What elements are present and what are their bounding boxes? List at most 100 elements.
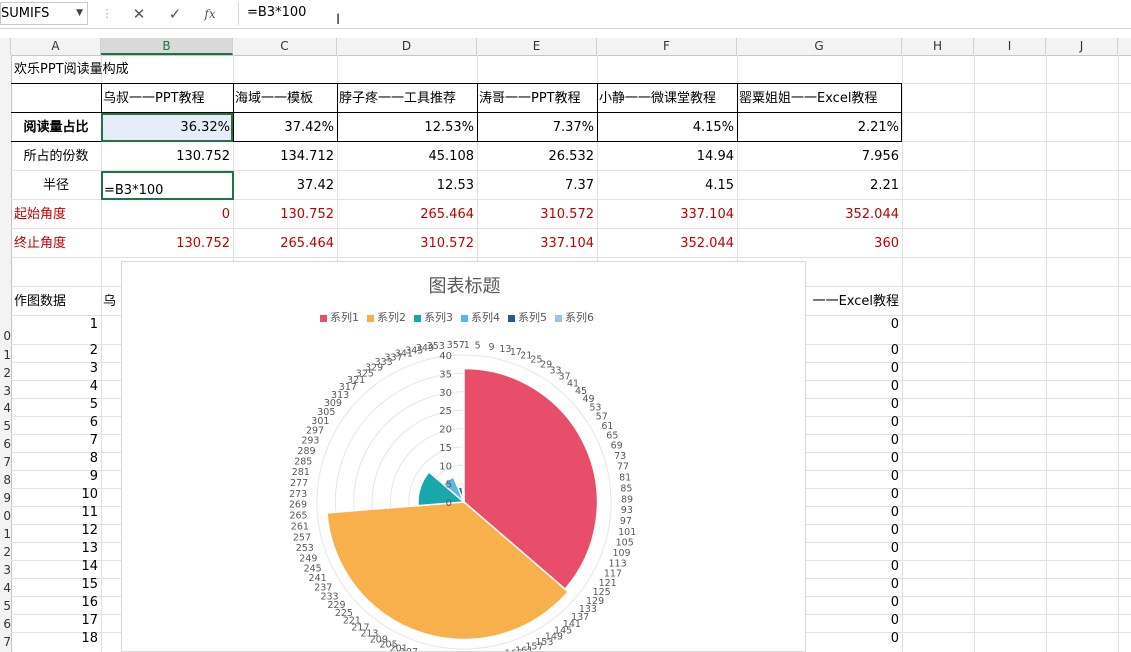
active-cell-formula: =B3*100 <box>104 183 164 198</box>
row-header[interactable]: 5 <box>0 599 11 613</box>
row-header[interactable]: 0 <box>0 329 11 343</box>
share-cell[interactable]: 37.42% <box>233 113 337 142</box>
angle-tick-label: 5 <box>475 341 481 352</box>
column-header-f[interactable]: F <box>597 38 737 55</box>
angle-tick-label: 97 <box>620 516 632 527</box>
formula-bar: SUMIFS ▼ ⋮ ✕ ✓ fx =B3*100 I <box>0 0 1131 29</box>
start-angle-cell[interactable]: 0 <box>101 200 233 229</box>
start-angle-cell[interactable]: 337.104 <box>597 200 737 229</box>
column-header-b[interactable]: B <box>101 38 233 55</box>
start-angle-cell[interactable]: 310.572 <box>477 200 597 229</box>
row-header[interactable]: 6 <box>0 617 11 631</box>
radius-cell[interactable]: 7.37 <box>477 171 597 200</box>
angle-tick-label: 285 <box>294 456 312 467</box>
radius-cell[interactable]: 2.21 <box>737 171 902 200</box>
plot-index-cell[interactable]: 18 <box>11 627 101 651</box>
row-header[interactable]: 7 <box>0 455 11 469</box>
insert-function-icon[interactable]: fx <box>199 4 221 24</box>
radial-tick-label: 35 <box>439 369 452 380</box>
angle-tick-label: 289 <box>297 446 315 457</box>
column-header-d[interactable]: D <box>337 38 477 55</box>
row-header[interactable]: 3 <box>0 384 11 398</box>
portion-cell[interactable]: 130.752 <box>101 142 233 171</box>
end-angle-cell[interactable]: 360 <box>737 229 902 258</box>
row-header[interactable]: 6 <box>0 437 11 451</box>
radius-cell[interactable]: 4.15 <box>597 171 737 200</box>
angle-tick-label: 73 <box>614 451 626 462</box>
header-cell[interactable]: 涛哥一一PPT教程 <box>479 84 597 113</box>
angle-tick-label: 85 <box>620 483 632 494</box>
column-header-a[interactable]: A <box>11 38 101 55</box>
header-cell[interactable]: 海域一一模板 <box>235 84 337 113</box>
angle-tick-label: 293 <box>301 436 319 447</box>
row-header[interactable]: 2 <box>0 545 11 559</box>
plot-index-cell[interactable]: 1 <box>11 310 101 334</box>
row-header[interactable]: 0 <box>0 509 11 523</box>
end-angle-cell[interactable]: 352.044 <box>597 229 737 258</box>
column-header-c[interactable]: C <box>233 38 337 55</box>
row-header[interactable]: 9 <box>0 491 11 505</box>
end-angle-cell[interactable]: 337.104 <box>477 229 597 258</box>
start-angle-cell[interactable]: 352.044 <box>737 200 902 229</box>
angle-tick-label: 93 <box>621 505 633 516</box>
end-angle-cell[interactable]: 130.752 <box>101 229 233 258</box>
column-header-g[interactable]: G <box>737 38 902 55</box>
end-angle-cell[interactable]: 310.572 <box>337 229 477 258</box>
row-header[interactable]: 4 <box>0 581 11 595</box>
row-header[interactable]: 2 <box>0 366 11 380</box>
angle-tick-label: 261 <box>291 522 309 533</box>
chevron-down-icon[interactable]: ▼ <box>76 3 83 24</box>
angle-tick-label: 253 <box>296 543 314 554</box>
start-angle-cell[interactable]: 130.752 <box>233 200 337 229</box>
radial-tick-label: 30 <box>439 388 452 399</box>
plot-header-b-partial[interactable]: 乌 <box>103 287 123 316</box>
portion-cell[interactable]: 45.108 <box>337 142 477 171</box>
sheet-title[interactable]: 欢乐PPT阅读量构成 <box>14 55 234 84</box>
header-cell[interactable]: 小静一一微课堂教程 <box>599 84 737 113</box>
column-header-e[interactable]: E <box>477 38 597 55</box>
active-cell-editor[interactable]: =B3*100 <box>101 171 234 200</box>
radial-tick-label: 5 <box>446 480 452 491</box>
portion-cell[interactable]: 134.712 <box>233 142 337 171</box>
start-angle-cell[interactable]: 265.464 <box>337 200 477 229</box>
row-label-end-angle[interactable]: 终止角度 <box>14 229 101 258</box>
column-header-h[interactable]: H <box>902 38 974 55</box>
row-header[interactable]: 8 <box>0 473 11 487</box>
portion-cell[interactable]: 7.956 <box>737 142 902 171</box>
portion-cell[interactable]: 14.94 <box>597 142 737 171</box>
formula-input[interactable]: =B3*100 <box>238 2 1131 25</box>
row-header[interactable]: 1 <box>0 348 11 362</box>
row-header[interactable]: 3 <box>0 563 11 577</box>
share-cell[interactable]: 7.37% <box>477 113 597 142</box>
share-cell[interactable]: 2.21% <box>737 113 902 142</box>
cancel-icon[interactable]: ✕ <box>128 4 150 24</box>
end-angle-cell[interactable]: 265.464 <box>233 229 337 258</box>
name-box[interactable]: SUMIFS ▼ <box>0 2 88 25</box>
select-all-corner[interactable] <box>0 38 11 55</box>
radius-cell[interactable]: 37.42 <box>233 171 337 200</box>
enter-icon[interactable]: ✓ <box>164 4 186 24</box>
share-cell[interactable]: 4.15% <box>597 113 737 142</box>
header-cell[interactable]: 罂粟姐姐一一Excel教程 <box>739 84 902 113</box>
angle-tick-label: 269 <box>289 500 307 511</box>
radial-tick-label: 10 <box>439 461 452 472</box>
portion-cell[interactable]: 26.532 <box>477 142 597 171</box>
row-header[interactable]: 7 <box>0 635 11 649</box>
row-label-share[interactable]: 阅读量占比 <box>11 113 101 142</box>
row-header[interactable]: 5 <box>0 419 11 433</box>
header-cell[interactable]: 脖子疼一一工具推荐 <box>339 84 477 113</box>
row-header[interactable]: 4 <box>0 401 11 415</box>
share-cell[interactable]: 36.32% <box>101 113 233 142</box>
radius-cell[interactable]: 12.53 <box>337 171 477 200</box>
row-label-radius[interactable]: 半径 <box>11 171 101 200</box>
column-header-j[interactable]: J <box>1046 38 1118 55</box>
row-label-start-angle[interactable]: 起始角度 <box>14 200 101 229</box>
row-header[interactable]: 1 <box>0 527 11 541</box>
angle-tick-label: 353 <box>427 341 445 352</box>
row-label-portion[interactable]: 所占的份数 <box>11 142 101 171</box>
header-cell[interactable]: 乌叔一一PPT教程 <box>103 84 233 113</box>
share-cell[interactable]: 12.53% <box>337 113 477 142</box>
column-header-i[interactable]: I <box>974 38 1046 55</box>
angle-tick-label: 257 <box>293 532 311 543</box>
radar-chart[interactable]: 图表标题 系列1 系列2 系列3 系列4 系列5 系列6 0 5 10 15 20 25 30 35 40… <box>121 261 806 652</box>
